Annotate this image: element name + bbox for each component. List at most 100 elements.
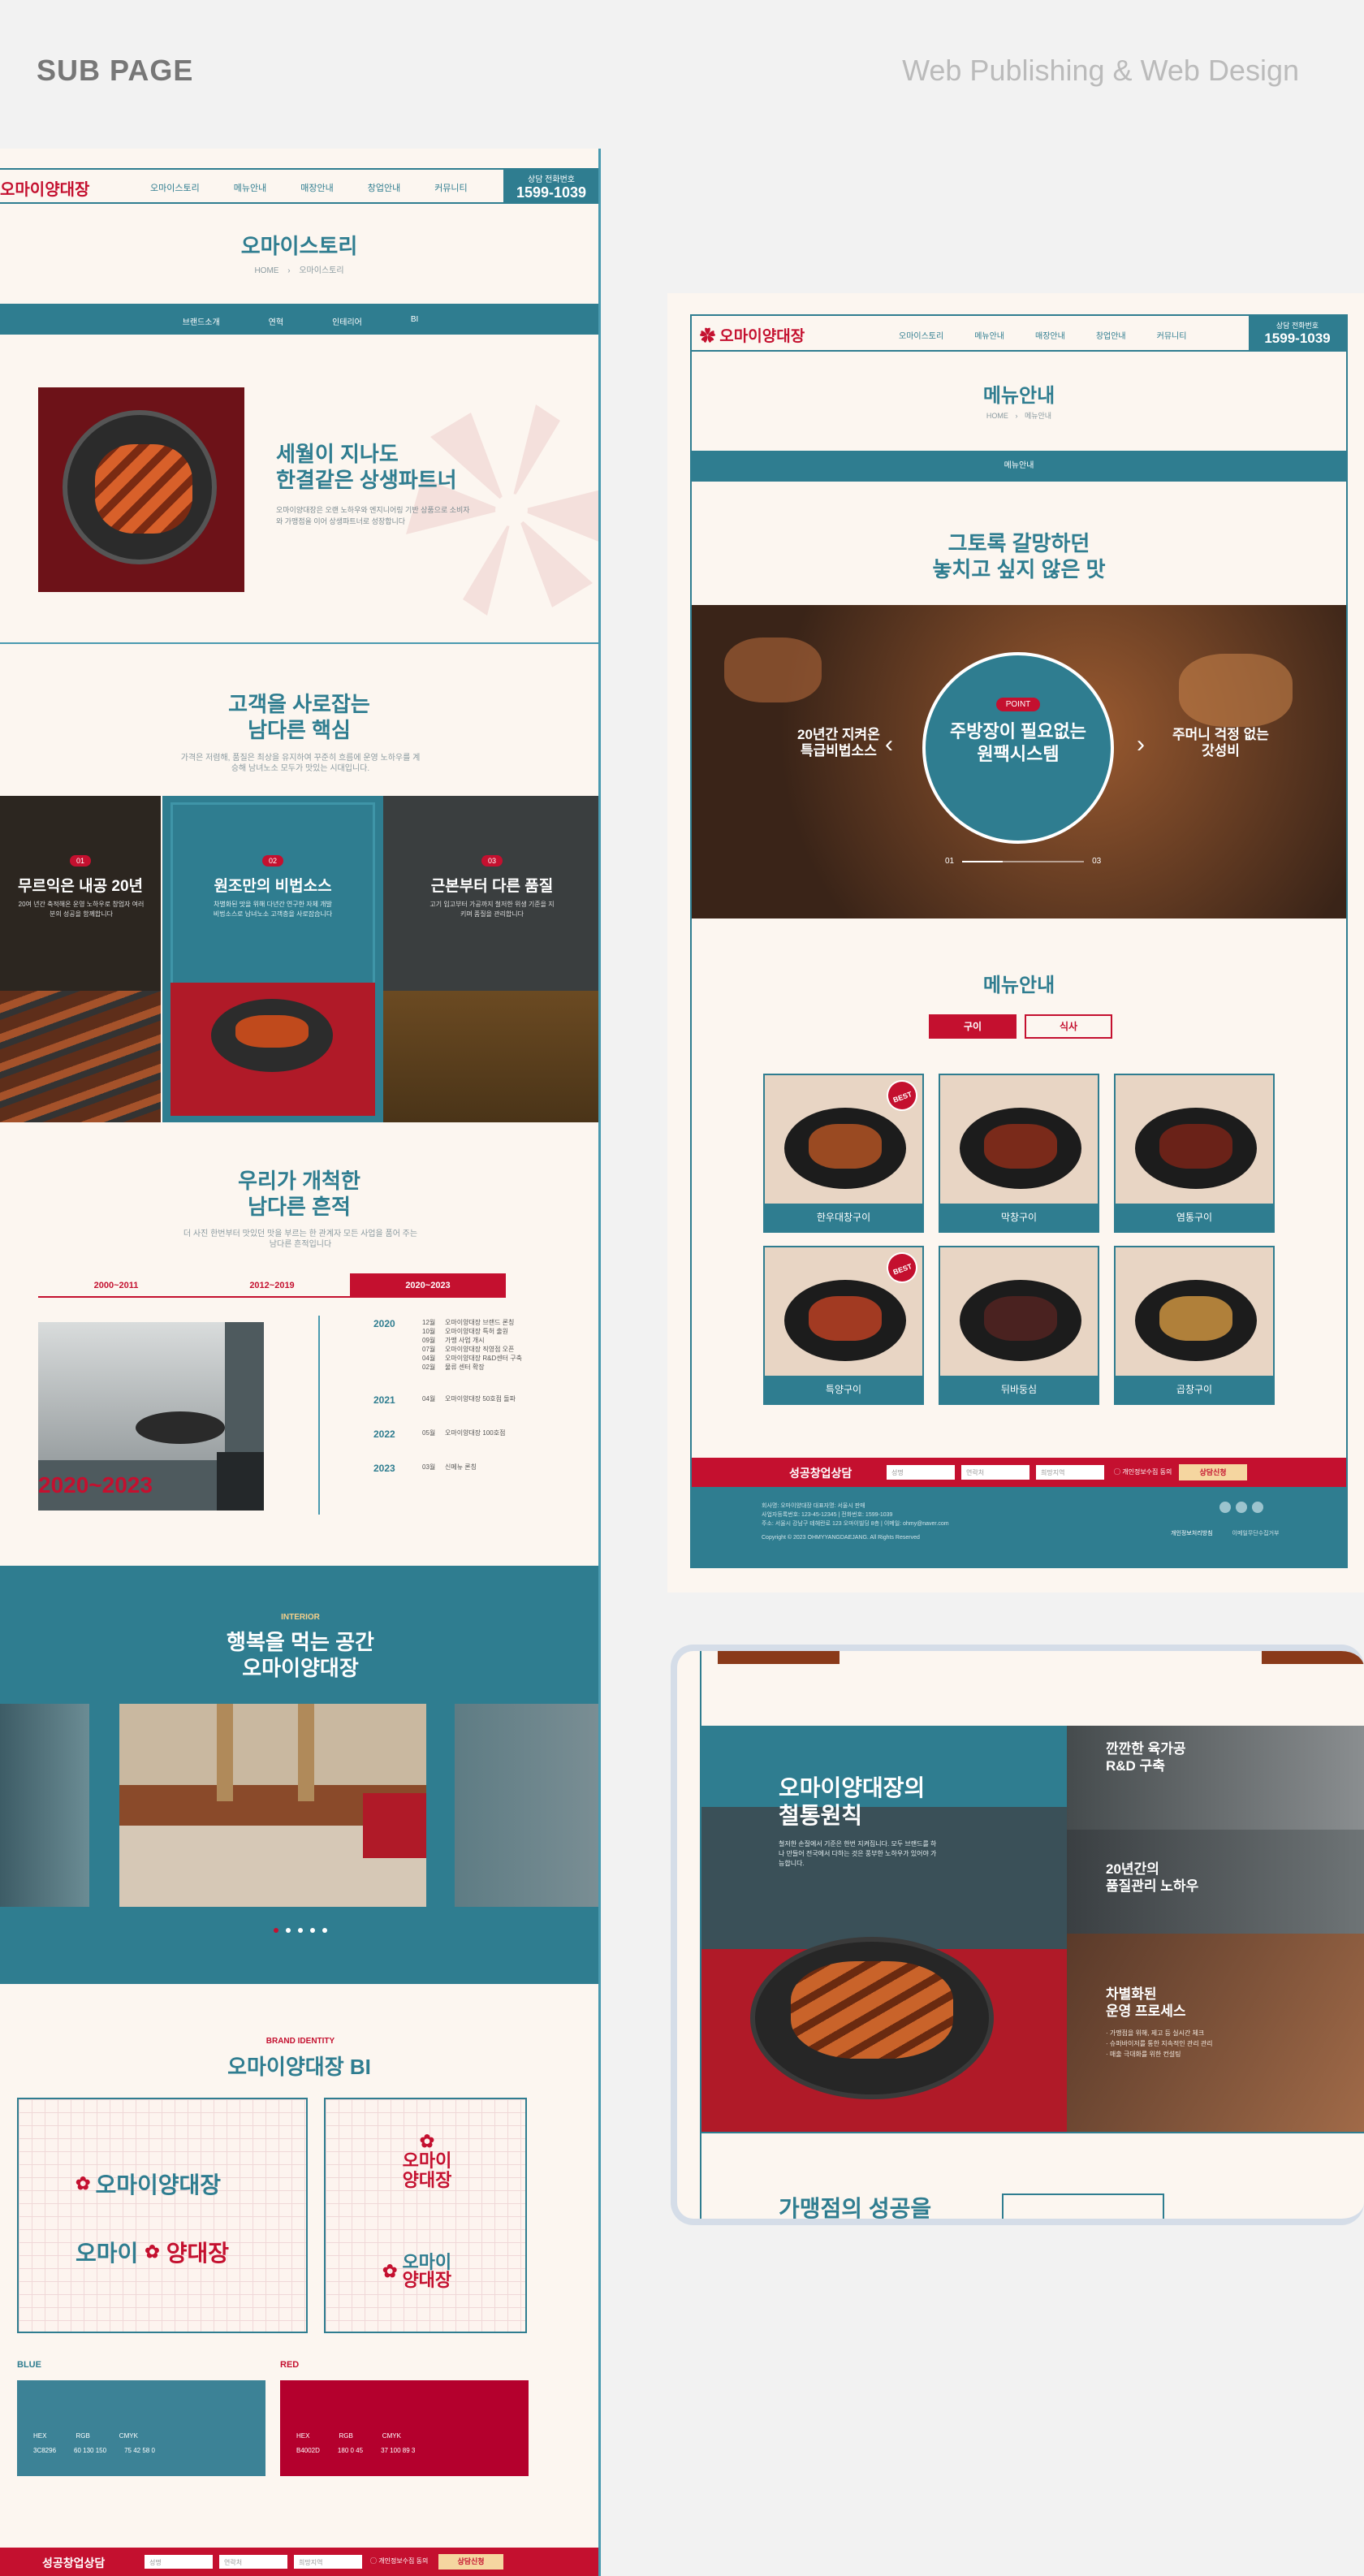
blog-icon[interactable] — [1252, 1502, 1263, 1513]
breadcrumb: HOME › 메뉴안내 — [986, 412, 1052, 420]
core-card-3-title: 근본부터 다른 품질 — [430, 878, 554, 895]
menu-item-story[interactable]: 오마이스토리 — [150, 181, 200, 194]
timeline-event: 오마이양대장 50호점 돌파 — [445, 1395, 516, 1403]
breadcrumb-home[interactable]: HOME — [254, 266, 278, 275]
menu-item-card[interactable]: BEST 특양구이 — [763, 1246, 924, 1405]
core-card-1-title: 무르익은 내공 20년 — [17, 878, 144, 895]
bi-eyebrow: BRAND IDENTITY — [265, 2037, 335, 2046]
tab-bi[interactable]: BI — [411, 315, 418, 327]
bi-vertical-logos: ✿ 오마이 양대장 ✿ 오마이 양대장 — [324, 2098, 527, 2333]
consult-name-input[interactable]: 성명 — [887, 1465, 955, 1480]
menu-page-mockup: ✿ 오마이양대장 오마이스토리 메뉴안내 매장안내 창업안내 커뮤니티 상담 전… — [667, 293, 1364, 1593]
flower-icon: ✿ — [382, 2261, 398, 2281]
timeline-event: 가맹 사업 개시 — [445, 1337, 485, 1344]
consult-submit-button[interactable]: 상담신청 — [1179, 1464, 1247, 1480]
menu-item-food — [809, 1296, 882, 1341]
footer-info: 회사명: 오마이양대장 대표자명: 서울시 판매 사업자등록번호: 123-45… — [762, 1503, 949, 1541]
consult-submit-button[interactable]: 상담신청 — [438, 2554, 503, 2570]
bi-heading: 오마이양대장 BI — [227, 2055, 371, 2079]
slider-next-arrow-icon[interactable]: › — [1137, 731, 1145, 759]
consult-agree-checkbox[interactable]: ◯ 개인정보수집 동의 — [370, 2557, 428, 2565]
divider — [0, 642, 598, 644]
tab-brand[interactable]: 브랜드소개 — [183, 315, 220, 327]
menu-item-community[interactable]: 커뮤니티 — [434, 181, 467, 194]
color-red-rgb: 180 0 45 — [337, 2447, 364, 2454]
menu-item-plate — [960, 1108, 1081, 1189]
menu-item-store[interactable]: 매장안내 — [300, 181, 333, 194]
consult-agree-checkbox[interactable]: ◯ 개인정보수집 동의 — [1114, 1467, 1172, 1476]
timeline-event: 오마이양대장 특허 출원 — [445, 1328, 509, 1335]
menu-tab-meal[interactable]: 식사 — [1025, 1014, 1112, 1039]
breadcrumb: HOME › 오마이스토리 — [254, 266, 344, 275]
consult-phone-input[interactable]: 연락처 — [219, 2555, 287, 2569]
history-tab-2[interactable]: 2012~2019 — [194, 1273, 350, 1296]
slider-center-circle: POINT 주방장이 필요없는 원팩시스템 — [922, 652, 1114, 844]
call-box[interactable]: 상담 전화번호 1599-1039 — [1249, 316, 1346, 350]
slide-prev-caption: 20년간 지켜온 특급비법소스 — [797, 727, 880, 759]
interior-slide-prev[interactable] — [0, 1704, 89, 1907]
menu-item-plate — [784, 1108, 906, 1189]
core-desc: 가격은 저렴해, 품질은 최상을 유지하여 꾸준히 흐름에 운영 노하우를 계승… — [180, 754, 421, 773]
menu-item-card[interactable]: 곱창구이 — [1114, 1246, 1275, 1405]
pagination-dot[interactable] — [322, 1928, 327, 1933]
intro-grill-image — [38, 387, 244, 592]
menu-tab-grill[interactable]: 구이 — [929, 1014, 1017, 1039]
consult-region-input[interactable]: 희망지역 — [1036, 1465, 1104, 1480]
timeline-month: 09월 — [422, 1337, 436, 1344]
menu-item-card[interactable]: 뒤바둥심 — [939, 1246, 1099, 1405]
top-nav: 오마이양대장 오마이스토리 메뉴안내 매장안내 창업안내 커뮤니티 상담 전화번… — [0, 168, 598, 204]
color-red-label: RED — [280, 2360, 300, 2370]
tab-history[interactable]: 연혁 — [269, 315, 283, 327]
pagination-dot[interactable] — [298, 1928, 303, 1933]
timeline-month: 04월 — [422, 1355, 436, 1362]
menu-item-card[interactable]: 막창구이 — [939, 1074, 1099, 1233]
timeline-month: 05월 — [422, 1429, 436, 1437]
consult-name-input[interactable]: 성명 — [145, 2555, 213, 2569]
timeline-month: 10월 — [422, 1328, 436, 1335]
page-type-label: SUB PAGE — [37, 54, 194, 87]
consult-brand: 성공창업상담 — [789, 1467, 852, 1480]
page-title: 오마이스토리 — [240, 234, 358, 258]
pagination-dot[interactable] — [310, 1928, 315, 1933]
menu-item-card[interactable]: BEST 한우대창구이 — [763, 1074, 924, 1233]
slider-prev-arrow-icon[interactable]: ‹ — [885, 731, 893, 759]
brand-logo[interactable]: ✿ 오마이양대장 — [700, 324, 805, 346]
menu-item-community[interactable]: 커뮤니티 — [1157, 329, 1187, 341]
best-badge: BEST — [882, 1247, 922, 1288]
instagram-icon[interactable] — [1219, 1502, 1231, 1513]
color-red-cmyk: 37 100 89 3 — [381, 2447, 416, 2454]
menu-item-store[interactable]: 매장안내 — [1035, 329, 1065, 341]
tab-menu[interactable]: 메뉴안내 — [1004, 461, 1034, 470]
brand-logo[interactable]: 오마이양대장 — [0, 176, 89, 200]
facebook-icon[interactable] — [1236, 1502, 1247, 1513]
core-heading: 고객을 사로잡는 남다른 핵심 — [228, 692, 370, 742]
story-page-mockup: 오마이양대장 오마이스토리 메뉴안내 매장안내 창업안내 커뮤니티 상담 전화번… — [0, 149, 601, 2576]
menu-item-menu[interactable]: 메뉴안내 — [974, 329, 1004, 341]
interior-slide-main[interactable] — [119, 1704, 426, 1907]
page-title: 메뉴안내 — [982, 385, 1055, 407]
menu-item-franchise[interactable]: 창업안내 — [1096, 329, 1126, 341]
main-menu: 오마이스토리 메뉴안내 매장안내 창업안내 커뮤니티 — [899, 329, 1186, 341]
core-card-2-title: 원조만의 비법소스 — [214, 878, 332, 895]
history-tab-3[interactable]: 2020~2023 — [350, 1273, 506, 1296]
bi-logo-vertical: ✿ 오마이 양대장 — [326, 2132, 529, 2190]
menu-item-name: 곱창구이 — [1116, 1376, 1273, 1403]
consult-region-input[interactable]: 희망지역 — [294, 2555, 362, 2569]
history-tab-1[interactable]: 2000~2011 — [38, 1273, 194, 1296]
call-box[interactable]: 상담 전화번호 1599-1039 — [503, 168, 598, 204]
pagination-dot[interactable] — [286, 1928, 291, 1933]
history-tabs: 2000~2011 2012~2019 2020~2023 — [38, 1273, 506, 1298]
menu-item-card[interactable]: 염통구이 — [1114, 1074, 1275, 1233]
menu-item-franchise[interactable]: 창업안내 — [368, 181, 400, 194]
menu-item-story[interactable]: 오마이스토리 — [899, 329, 943, 341]
consult-brand: 성공창업상담 — [42, 2557, 106, 2570]
tab-interior[interactable]: 인테리어 — [332, 315, 362, 327]
menu-item-plate — [784, 1280, 906, 1361]
core-card-2-num: 02 — [261, 855, 283, 867]
pagination-dot[interactable] — [274, 1928, 278, 1933]
menu-item-menu[interactable]: 메뉴안내 — [234, 181, 266, 194]
flower-icon: ✿ — [76, 2173, 91, 2193]
interior-slide-next[interactable] — [455, 1704, 598, 1907]
consult-phone-input[interactable]: 연락처 — [961, 1465, 1029, 1480]
core-card-3-text: 고기 입고부터 가공까지 철저한 위생 기준을 지키며 품질을 관리합니다 — [429, 901, 555, 918]
